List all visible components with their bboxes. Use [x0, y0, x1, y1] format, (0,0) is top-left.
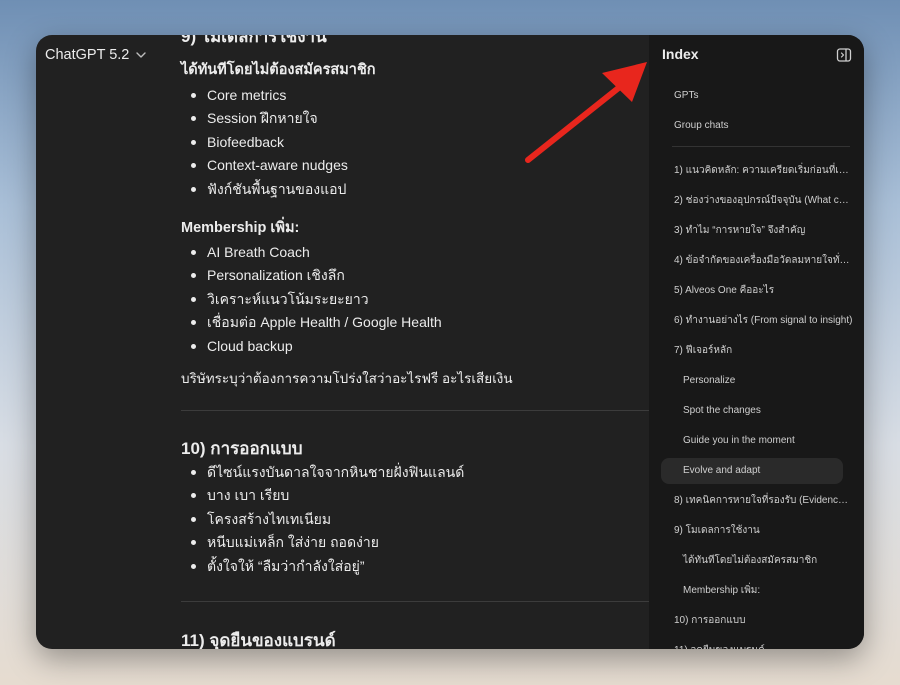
chatgpt-window: 9) โมเดลการใช้งาน ได้ทันทีโดยไม่ต้องสมัค… — [36, 35, 864, 649]
free-feature-list: Core metrics Session ฝึกหายใจ Biofeedbac… — [181, 85, 348, 202]
list-item: Cloud backup — [181, 336, 442, 359]
membership-heading: Membership เพิ่ม: — [181, 220, 300, 236]
model-selector[interactable]: ChatGPT 5.2 — [36, 35, 216, 75]
index-item-evolve-adapt[interactable]: Evolve and adapt — [661, 458, 843, 484]
index-item-gpts[interactable]: GPTs — [661, 83, 851, 109]
list-item: ดีไซน์แรงบันดาลใจจากหินชายฝั่งฟินแลนด์ — [181, 462, 464, 485]
index-item-section-11[interactable]: 11) จุดยืนของแบรนด์ — [661, 638, 853, 649]
index-item-section-2[interactable]: 2) ช่องว่างของอุปกรณ์ปัจจุบัน (What curr… — [661, 188, 853, 214]
pricing-note: บริษัทระบุว่าต้องการความโปร่งใสว่าอะไรฟร… — [181, 371, 513, 386]
index-item-guide-moment[interactable]: Guide you in the moment — [661, 428, 843, 454]
membership-feature-list: AI Breath Coach Personalization เชิงลึก … — [181, 242, 442, 359]
section-heading-design: 10) การออกแบบ — [181, 439, 303, 458]
list-item: หนีบแม่เหล็ก ใส่ง่าย ถอดง่าย — [181, 532, 464, 555]
list-item: เชื่อมต่อ Apple Health / Google Health — [181, 312, 442, 335]
section-divider — [181, 601, 649, 602]
index-divider — [672, 146, 850, 147]
index-item-section-10[interactable]: 10) การออกแบบ — [661, 608, 853, 634]
index-item-section-8[interactable]: 8) เทคนิคการหายใจที่รองรับ (Evidence-bas… — [661, 488, 853, 514]
list-item: Core metrics — [181, 85, 348, 108]
list-item: Session ฝึกหายใจ — [181, 108, 348, 131]
list-item: Personalization เชิงลึก — [181, 265, 442, 288]
list-item: บาง เบา เรียบ — [181, 485, 464, 508]
chevron-down-icon — [136, 52, 147, 58]
list-item: วิเคราะห์แนวโน้มระยะยาว — [181, 289, 442, 312]
index-item-section-3[interactable]: 3) ทำไม “การหายใจ” จึงสำคัญ — [661, 218, 853, 244]
list-item: AI Breath Coach — [181, 242, 442, 265]
index-item-membership[interactable]: Membership เพิ่ม: — [661, 578, 843, 604]
index-item-section-7[interactable]: 7) ฟีเจอร์หลัก — [661, 338, 853, 364]
index-item-section-1[interactable]: 1) แนวคิดหลัก: ความเครียดเริ่มก่อนที่เรา… — [661, 158, 853, 184]
list-item: ฟังก์ชันพื้นฐานของแอป — [181, 179, 348, 202]
section-divider — [181, 410, 649, 411]
index-item-section-9[interactable]: 9) โมเดลการใช้งาน — [661, 518, 853, 544]
index-item-spot-changes[interactable]: Spot the changes — [661, 398, 843, 424]
index-item-section-4[interactable]: 4) ข้อจำกัดของเครื่องมือวัดลมหายใจทั่วไป — [661, 248, 853, 274]
list-item: ตั้งใจให้ “ลืมว่ากำลังใส่อยู่” — [181, 556, 464, 579]
list-item: Context-aware nudges — [181, 155, 348, 178]
index-item-section-6[interactable]: 6) ทำงานอย่างไร (From signal to insight) — [661, 308, 853, 334]
index-item-group-chats[interactable]: Group chats — [661, 113, 851, 139]
design-list: ดีไซน์แรงบันดาลใจจากหินชายฝั่งฟินแลนด์ บ… — [181, 462, 464, 579]
section-heading-brand: 11) จุดยืนของแบรนด์ — [181, 631, 336, 649]
list-item: Biofeedback — [181, 132, 348, 155]
chat-content: 9) โมเดลการใช้งาน ได้ทันทีโดยไม่ต้องสมัค… — [36, 35, 649, 649]
sidebar-toggle-icon[interactable] — [836, 47, 852, 63]
list-item: โครงสร้างไทเทเนียม — [181, 509, 464, 532]
index-item-free-tier[interactable]: ได้ทันทีโดยไม่ต้องสมัครสมาชิก — [661, 548, 843, 574]
index-item-section-5[interactable]: 5) Alveos One คืออะไร — [661, 278, 853, 304]
model-name: ChatGPT 5.2 — [45, 47, 130, 63]
index-panel: Index GPTs Group chats 1) แนวคิดหลัก: คว… — [649, 35, 864, 649]
index-item-personalize[interactable]: Personalize — [661, 368, 843, 394]
index-title: Index — [662, 46, 699, 62]
